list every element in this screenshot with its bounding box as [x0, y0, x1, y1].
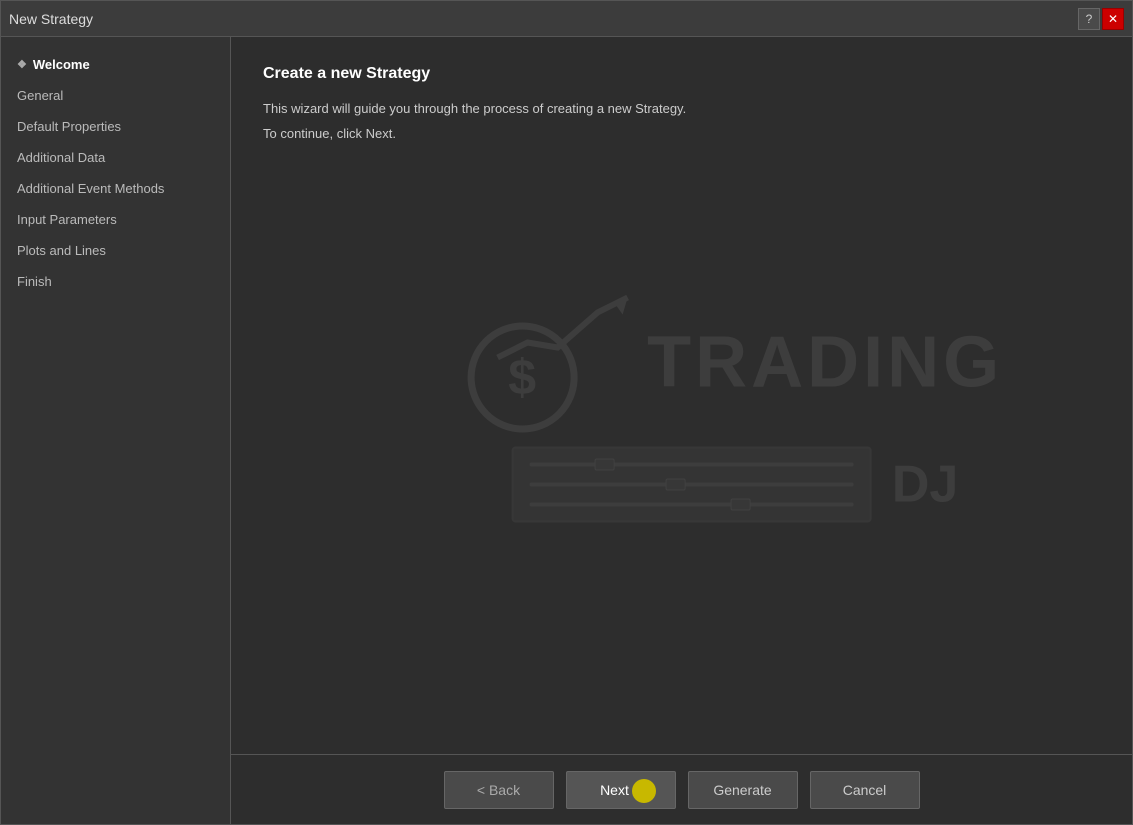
- sidebar-item-additional-data[interactable]: Additional Data: [1, 142, 230, 173]
- sidebar-label-general: General: [17, 88, 63, 103]
- cancel-button[interactable]: Cancel: [810, 771, 920, 809]
- sidebar-label-additional-event-methods: Additional Event Methods: [17, 181, 164, 196]
- next-wrapper: Next >: [566, 771, 676, 809]
- back-button[interactable]: < Back: [444, 771, 554, 809]
- dialog-title: New Strategy: [9, 11, 93, 27]
- sidebar-label-input-parameters: Input Parameters: [17, 212, 117, 227]
- help-button[interactable]: ?: [1078, 8, 1100, 30]
- content-description2: To continue, click Next.: [263, 124, 1100, 145]
- sidebar-label-additional-data: Additional Data: [17, 150, 105, 165]
- title-bar-buttons: ? ✕: [1078, 8, 1124, 30]
- dialog-body: ❖ Welcome General Default Properties Add…: [1, 37, 1132, 824]
- sidebar-item-finish[interactable]: Finish: [1, 266, 230, 297]
- dollar-circle-icon: $: [467, 322, 577, 432]
- content-area: Create a new Strategy This wizard will g…: [231, 37, 1132, 754]
- content-description1: This wizard will guide you through the p…: [263, 99, 1100, 120]
- watermark: $ TRADING: [467, 292, 1003, 522]
- generate-button[interactable]: Generate: [688, 771, 798, 809]
- watermark-trading-text: TRADING: [647, 321, 1003, 403]
- watermark-mixer-icon: [512, 446, 872, 522]
- sidebar-item-general[interactable]: General: [1, 80, 230, 111]
- sidebar-item-input-parameters[interactable]: Input Parameters: [1, 204, 230, 235]
- sidebar-label-welcome: Welcome: [33, 57, 90, 72]
- content-title: Create a new Strategy: [263, 65, 1100, 83]
- watermark-chart-icon: $: [467, 292, 627, 432]
- sidebar-item-default-properties[interactable]: Default Properties: [1, 111, 230, 142]
- sidebar-item-plots-and-lines[interactable]: Plots and Lines: [1, 235, 230, 266]
- sidebar: ❖ Welcome General Default Properties Add…: [1, 37, 231, 824]
- footer-bar: < Back Next > Generate Cancel: [231, 754, 1132, 824]
- sidebar-label-default-properties: Default Properties: [17, 119, 121, 134]
- sidebar-item-welcome[interactable]: ❖ Welcome: [1, 49, 230, 80]
- main-content: Create a new Strategy This wizard will g…: [231, 37, 1132, 824]
- close-button[interactable]: ✕: [1102, 8, 1124, 30]
- welcome-icon: ❖: [17, 58, 27, 71]
- dialog-window: New Strategy ? ✕ ❖ Welcome General Defau…: [0, 0, 1133, 825]
- sidebar-label-finish: Finish: [17, 274, 52, 289]
- next-button[interactable]: Next >: [566, 771, 676, 809]
- sidebar-label-plots-and-lines: Plots and Lines: [17, 243, 106, 258]
- title-bar: New Strategy ? ✕: [1, 1, 1132, 37]
- sidebar-item-additional-event-methods[interactable]: Additional Event Methods: [1, 173, 230, 204]
- watermark-dj-text: DJ: [892, 454, 958, 514]
